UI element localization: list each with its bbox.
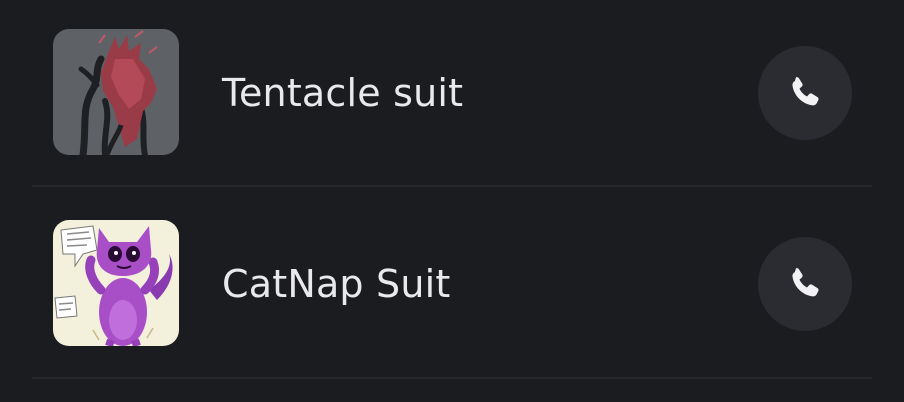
row-divider [32, 185, 872, 187]
phone-icon [792, 268, 819, 297]
contact-name: CatNap Suit [222, 262, 451, 306]
row-divider [32, 377, 872, 379]
contact-list: Tentacle suit CatNap Suit [0, 0, 904, 402]
contact-row-tentacle-suit[interactable]: Tentacle suit [0, 15, 904, 175]
contact-name: Tentacle suit [222, 71, 464, 115]
catnap-suit-avatar [53, 220, 179, 346]
contact-row-catnap-suit[interactable]: CatNap Suit [0, 206, 904, 366]
call-button[interactable] [758, 46, 852, 140]
tentacle-suit-avatar [53, 29, 179, 155]
call-button[interactable] [758, 237, 852, 331]
phone-icon [792, 77, 819, 106]
